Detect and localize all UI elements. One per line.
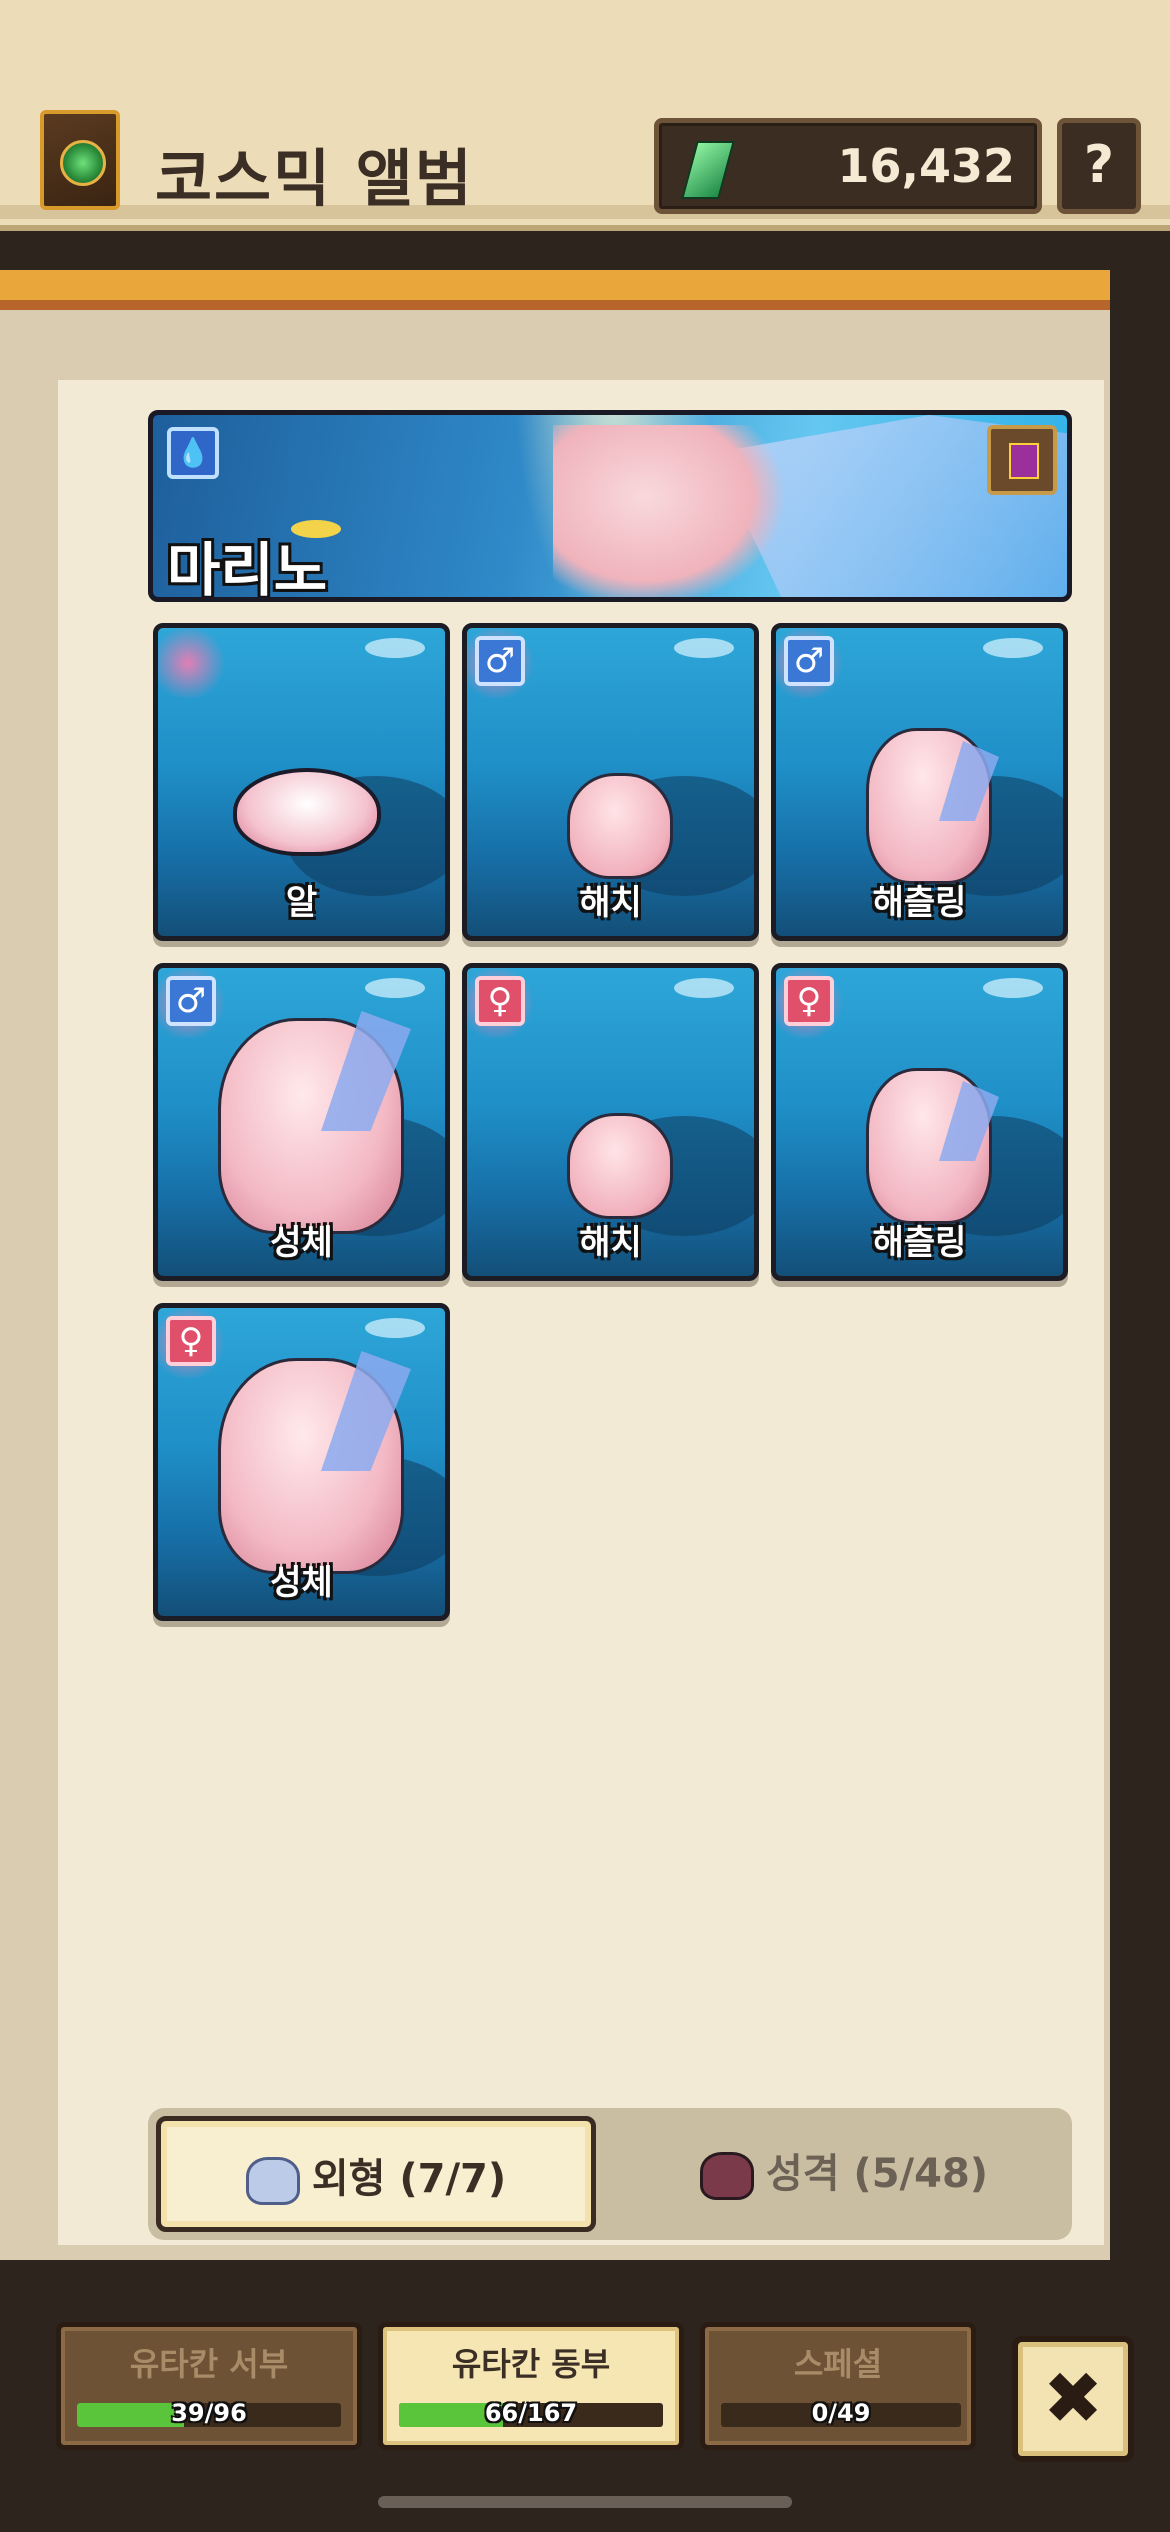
light-decoration: [365, 1318, 425, 1338]
region-tab-utakan-east[interactable]: 유타칸 동부 66/167: [378, 2322, 684, 2450]
hatch-sprite: [567, 1113, 673, 1219]
gem-currency-display[interactable]: 16,432: [654, 118, 1042, 214]
tab-personality[interactable]: 성격 (5/48): [624, 2116, 1064, 2232]
card-label: 해치: [579, 1223, 642, 1263]
spellbook-icon[interactable]: [987, 425, 1057, 495]
adult-sprite: [218, 1358, 404, 1574]
light-decoration: [365, 638, 425, 658]
dragon-banner: 💧 마리노: [148, 410, 1072, 602]
hatchling-sprite: [866, 1068, 992, 1224]
region-count: 39/96: [171, 2399, 247, 2427]
green-crystal-icon: [681, 141, 735, 199]
region-tab-special[interactable]: 스페셜 0/49: [700, 2322, 976, 2450]
water-element-icon: 💧: [167, 427, 219, 479]
card-adult-male[interactable]: ♂ 성체: [153, 963, 450, 1281]
tab-personality-label: 성격 (5/48): [765, 2151, 989, 2197]
cosmic-album-icon: [40, 110, 120, 210]
adult-sprite: [218, 1018, 404, 1234]
male-icon: ♂: [784, 636, 834, 686]
hatch-sprite: [567, 773, 673, 879]
region-name: 스페셜: [793, 2345, 883, 2383]
tab-appearance[interactable]: 외형 (7/7): [156, 2116, 596, 2232]
demon-head-icon: [699, 2152, 754, 2200]
album-tab-bar: 외형 (7/7) 성격 (5/48): [148, 2108, 1072, 2240]
tab-appearance-label: 외형 (7/7): [311, 2156, 507, 2202]
male-icon: ♂: [166, 976, 216, 1026]
card-egg[interactable]: 알: [153, 623, 450, 941]
region-tab-utakan-west[interactable]: 유타칸 서부 39/96: [56, 2322, 362, 2450]
card-label: 성체: [270, 1563, 333, 1603]
currency-value: 16,432: [837, 139, 1015, 193]
card-hatch-female[interactable]: ♀ 해치: [462, 963, 759, 1281]
header-bar: 코스믹 앨범 16,432 ?: [0, 0, 1170, 231]
home-indicator: [378, 2496, 792, 2508]
region-name: 유타칸 서부: [129, 2345, 289, 2383]
album-gem: [60, 140, 106, 186]
light-decoration: [983, 978, 1043, 998]
card-label: 해치: [579, 883, 642, 923]
card-label: 해츨링: [872, 883, 967, 923]
dragon-portrait: [553, 425, 783, 597]
region-count: 66/167: [484, 2399, 578, 2427]
card-adult-female[interactable]: ♀ 성체: [153, 1303, 450, 1621]
dragon-head-icon: [245, 2157, 300, 2205]
male-icon: ♂: [475, 636, 525, 686]
region-name: 유타칸 동부: [451, 2345, 611, 2383]
dragon-name: 마리노: [167, 536, 328, 602]
light-decoration: [674, 978, 734, 998]
female-icon: ♀: [166, 1316, 216, 1366]
female-icon: ♀: [475, 976, 525, 1026]
light-decoration: [365, 978, 425, 998]
light-decoration: [674, 638, 734, 658]
coral-decoration: [158, 628, 228, 698]
close-button[interactable]: ✖: [1012, 2336, 1134, 2462]
card-hatchling-male[interactable]: ♂ 해츨링: [771, 623, 1068, 941]
female-icon: ♀: [784, 976, 834, 1026]
card-hatch-male[interactable]: ♂ 해치: [462, 623, 759, 941]
help-button[interactable]: ?: [1057, 118, 1141, 214]
card-label: 성체: [270, 1223, 333, 1263]
page-title: 코스믹 앨범: [155, 142, 474, 215]
hatchling-sprite: [866, 728, 992, 884]
region-count: 0/49: [811, 2399, 871, 2427]
card-hatchling-female[interactable]: ♀ 해츨링: [771, 963, 1068, 1281]
card-label: 해츨링: [872, 1223, 967, 1263]
egg-sprite: [233, 768, 381, 856]
book-top-stripe: [0, 270, 1110, 310]
card-label: 알: [285, 883, 318, 923]
light-decoration: [983, 638, 1043, 658]
